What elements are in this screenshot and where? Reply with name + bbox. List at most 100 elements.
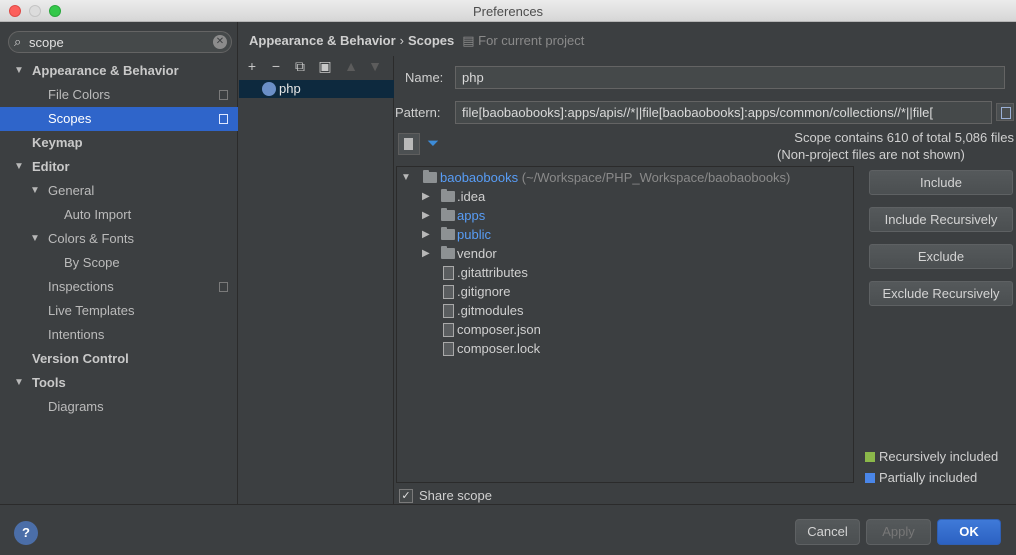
folder-icon [441, 227, 455, 240]
sidebar-item-label: Diagrams [48, 399, 104, 414]
name-label: Name: [405, 70, 444, 85]
sidebar-item-auto-import[interactable]: Auto Import [0, 203, 238, 227]
chevron-down-icon[interactable]: ▼ [30, 179, 40, 203]
breadcrumb-separator: › [399, 33, 405, 48]
sidebar-item-label: Keymap [32, 135, 83, 150]
project-file-tree: ▼ baobaobooks (~/Workspace/PHP_Workspace… [396, 166, 854, 483]
sidebar-item-tools[interactable]: ▼ Tools [0, 371, 238, 395]
sidebar-item-appearance-behavior[interactable]: ▼ Appearance & Behavior [0, 59, 238, 83]
sidebar-item-label: Appearance & Behavior [32, 63, 179, 78]
tree-item-label: composer.json [457, 322, 541, 337]
scope-item-label: php [279, 81, 301, 96]
sidebar-item-editor[interactable]: ▼ Editor [0, 155, 238, 179]
sidebar-item-label: General [48, 183, 95, 198]
sidebar-item-label: Colors & Fonts [48, 231, 134, 246]
sidebar-item-label: Scopes [48, 111, 92, 126]
ok-button[interactable]: OK [937, 519, 1001, 545]
breadcrumb-section[interactable]: Appearance & Behavior [249, 33, 396, 48]
pattern-label: Pattern: [395, 105, 441, 120]
sidebar-item-inspections[interactable]: Inspections [0, 275, 238, 299]
folder-icon [441, 246, 455, 259]
chevron-right-icon[interactable]: ▶ [422, 187, 430, 206]
sidebar-item-label: Inspections [48, 279, 114, 294]
sidebar-item-keymap[interactable]: Keymap [0, 131, 238, 155]
folder-icon [441, 208, 455, 221]
sidebar-item-label: Editor [32, 159, 70, 174]
dialog-footer: ? Cancel Apply OK [0, 504, 1016, 555]
chevron-right-icon[interactable]: ▶ [422, 206, 430, 225]
search-icon: ⌕ [14, 34, 22, 49]
remove-icon[interactable]: − [268, 58, 284, 74]
legend-swatch [865, 473, 875, 483]
apply-button[interactable]: Apply [866, 519, 931, 545]
cancel-button[interactable]: Cancel [795, 519, 860, 545]
tree-item-label: .idea [457, 189, 486, 204]
clear-search-icon[interactable]: ✕ [213, 35, 227, 49]
sidebar-item-live-templates[interactable]: Live Templates [0, 299, 238, 323]
search-input[interactable]: scope [29, 35, 64, 50]
help-button[interactable]: ? [14, 521, 38, 545]
folder-icon [441, 189, 455, 202]
expand-pattern-icon[interactable] [996, 103, 1014, 121]
settings-tree: ▼ Appearance & Behavior File Colors Scopes K… [0, 59, 238, 419]
file-icon [443, 323, 454, 337]
breadcrumb-page: Scopes [408, 33, 455, 48]
sidebar-item-colors-fonts[interactable]: ▼ Colors & Fonts [0, 227, 238, 251]
file-icon [443, 285, 454, 299]
share-scope-label: Share scope [419, 488, 492, 503]
legend-label: Recursively included [879, 449, 999, 464]
legend-label: Partially included [879, 470, 978, 485]
add-icon[interactable]: + [244, 58, 260, 74]
chevron-down-icon[interactable]: ▼ [30, 227, 40, 251]
folder-icon [423, 170, 437, 183]
flatten-packages-icon[interactable] [398, 133, 420, 155]
name-field[interactable]: php [455, 66, 1005, 89]
exclude-button[interactable]: Exclude [869, 244, 1013, 269]
sidebar-item-general[interactable]: ▼ General [0, 179, 238, 203]
filter-icon[interactable]: ⏷ [427, 135, 439, 152]
sidebar-item-intentions[interactable]: Intentions [0, 323, 238, 347]
project-scope-note: ▤ For current project [462, 33, 585, 48]
scope-item-php[interactable]: php [239, 80, 394, 98]
tree-item-label: .gitmodules [457, 303, 524, 318]
move-up-icon[interactable]: ▲ [343, 58, 359, 74]
include-button[interactable]: Include [869, 170, 1013, 195]
non-project-note: (Non-project files are not shown) [777, 147, 965, 162]
sidebar-item-version-control[interactable]: Version Control [0, 347, 238, 371]
save-icon[interactable]: ▣ [317, 58, 333, 74]
file-icon [443, 304, 454, 318]
exclude-recursively-button[interactable]: Exclude Recursively [869, 281, 1013, 306]
chevron-down-icon[interactable]: ▼ [14, 59, 24, 83]
sidebar-item-label: By Scope [64, 255, 120, 270]
share-scope-checkbox[interactable]: ✓ [399, 489, 413, 503]
sidebar-item-by-scope[interactable]: By Scope [0, 251, 238, 275]
tree-item-label: apps [457, 208, 486, 223]
project-level-icon [219, 282, 228, 292]
tree-item-label: vendor [457, 246, 497, 261]
legend-swatch [865, 452, 875, 462]
settings-sidebar: ⌕ scope ✕ ▼ Appearance & Behavior File Col… [0, 22, 238, 504]
copy-icon[interactable]: ⧉ [292, 58, 308, 74]
window-title: Preferences [472, 4, 544, 19]
chevron-down-icon[interactable]: ▼ [14, 155, 24, 179]
project-level-icon [219, 90, 228, 100]
scope-count-text: Scope contains 610 of total 5,086 files [794, 130, 1014, 145]
sidebar-item-scopes[interactable]: Scopes [0, 107, 238, 131]
tree-item-label: .gitattributes [457, 265, 528, 280]
sidebar-item-diagrams[interactable]: Diagrams [0, 395, 238, 419]
root-label: baobaobooks (~/Workspace/PHP_Workspace/b… [440, 170, 791, 185]
include-recursively-button[interactable]: Include Recursively [869, 207, 1013, 232]
chevron-right-icon[interactable]: ▶ [422, 225, 430, 244]
pattern-field[interactable]: file[baobaobooks]:apps/apis//*||file[bao… [455, 101, 992, 124]
breadcrumb: Appearance & Behavior › Scopes ▤ For curren… [249, 33, 584, 51]
tree-item-label: composer.lock [457, 341, 541, 356]
tree-item-label: .gitignore [457, 284, 511, 299]
search-field[interactable]: ⌕ scope ✕ [8, 31, 232, 53]
tree-item-label: public [457, 227, 491, 242]
sidebar-item-file-colors[interactable]: File Colors [0, 83, 238, 107]
chevron-right-icon[interactable]: ▶ [422, 244, 430, 263]
chevron-down-icon[interactable]: ▼ [14, 371, 24, 395]
scopes-toolbar: + − ⧉ ▣ ▲ ▼ [239, 56, 394, 78]
move-down-icon[interactable]: ▼ [367, 58, 383, 74]
chevron-down-icon[interactable]: ▼ [401, 168, 411, 187]
